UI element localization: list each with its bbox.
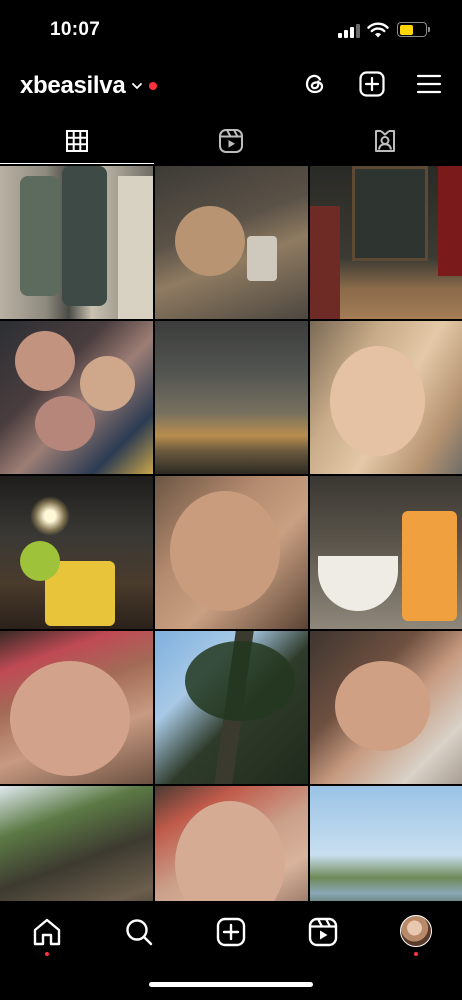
post-chalkboard-menu[interactable] [310, 166, 462, 319]
post-selfie-closeup[interactable] [155, 476, 308, 629]
tab-reels[interactable] [154, 118, 308, 164]
tab-posts-grid[interactable] [0, 118, 154, 164]
cellular-signal-icon [338, 24, 360, 38]
home-notification-dot [45, 952, 49, 956]
profile-notification-dot [414, 952, 418, 956]
threads-icon[interactable] [301, 70, 329, 98]
notification-dot [149, 82, 158, 90]
status-bar: 10:07 [0, 0, 462, 60]
post-lake-landscape[interactable] [310, 786, 462, 901]
tagged-icon [375, 130, 395, 152]
create-icon[interactable] [215, 916, 247, 948]
reels-icon [219, 129, 243, 153]
post-sunset-clouds[interactable] [155, 321, 308, 474]
post-drink-sparkler[interactable] [0, 476, 153, 629]
profile-header: xbeasilva [0, 66, 462, 110]
post-selfie-red-makeup[interactable] [155, 786, 308, 901]
post-selfie-lying[interactable] [310, 631, 462, 784]
battery-icon [397, 22, 430, 37]
grid-icon [66, 130, 88, 152]
post-selfie-blonde[interactable] [310, 321, 462, 474]
chevron-down-icon [132, 83, 143, 89]
post-group-selfie[interactable] [0, 321, 153, 474]
post-tree-sky[interactable] [155, 631, 308, 784]
home-indicator[interactable] [149, 982, 313, 987]
post-juice-dessert[interactable] [310, 476, 462, 629]
profile-username: xbeasilva [20, 72, 126, 99]
wifi-icon [367, 22, 389, 38]
profile-tabs [0, 118, 462, 164]
status-time: 10:07 [50, 19, 101, 40]
reels-nav-icon[interactable] [307, 916, 339, 948]
home-icon[interactable] [31, 916, 63, 948]
search-icon[interactable] [123, 916, 155, 948]
post-tree-trunk[interactable] [0, 786, 153, 901]
post-selfie-red-hair[interactable] [0, 631, 153, 784]
menu-hamburger-icon[interactable] [415, 70, 443, 98]
tab-tagged[interactable] [308, 118, 462, 164]
post-friends-outfit[interactable] [0, 166, 153, 319]
post-mirror-selfie[interactable] [155, 166, 308, 319]
create-plus-icon[interactable] [358, 70, 386, 98]
posts-grid [0, 166, 462, 901]
account-switcher[interactable]: xbeasilva [20, 72, 158, 100]
profile-avatar[interactable] [400, 915, 432, 947]
active-tab-indicator [0, 162, 154, 164]
